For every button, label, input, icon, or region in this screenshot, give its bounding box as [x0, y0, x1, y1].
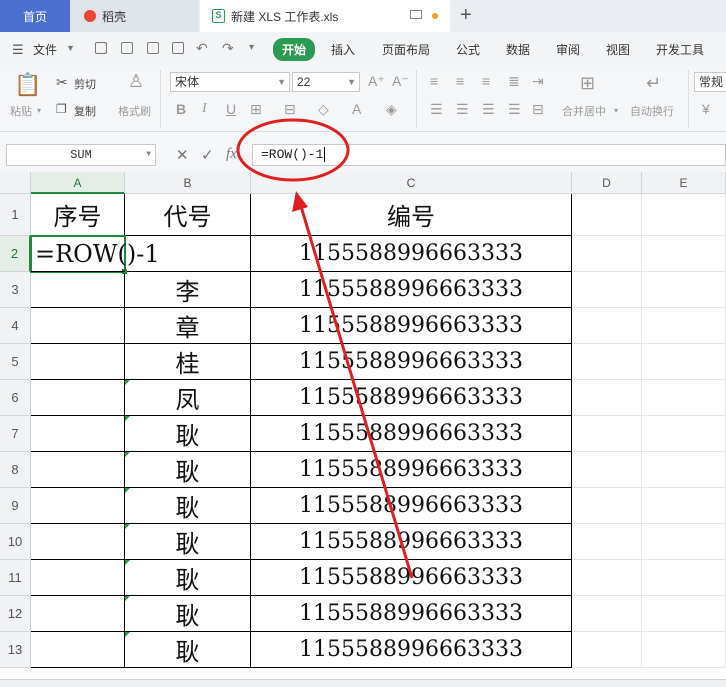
- annotation-arrow-line: [298, 202, 414, 579]
- annotation-arrow-head: [292, 191, 308, 212]
- cell-a2[interactable]: =ROW()-1: [31, 236, 160, 272]
- annotation-circle: [236, 118, 350, 182]
- annotation-overlay: [236, 118, 414, 579]
- sheet-tab-strip[interactable]: [0, 679, 726, 687]
- cell-text: =ROW()-1: [35, 239, 160, 268]
